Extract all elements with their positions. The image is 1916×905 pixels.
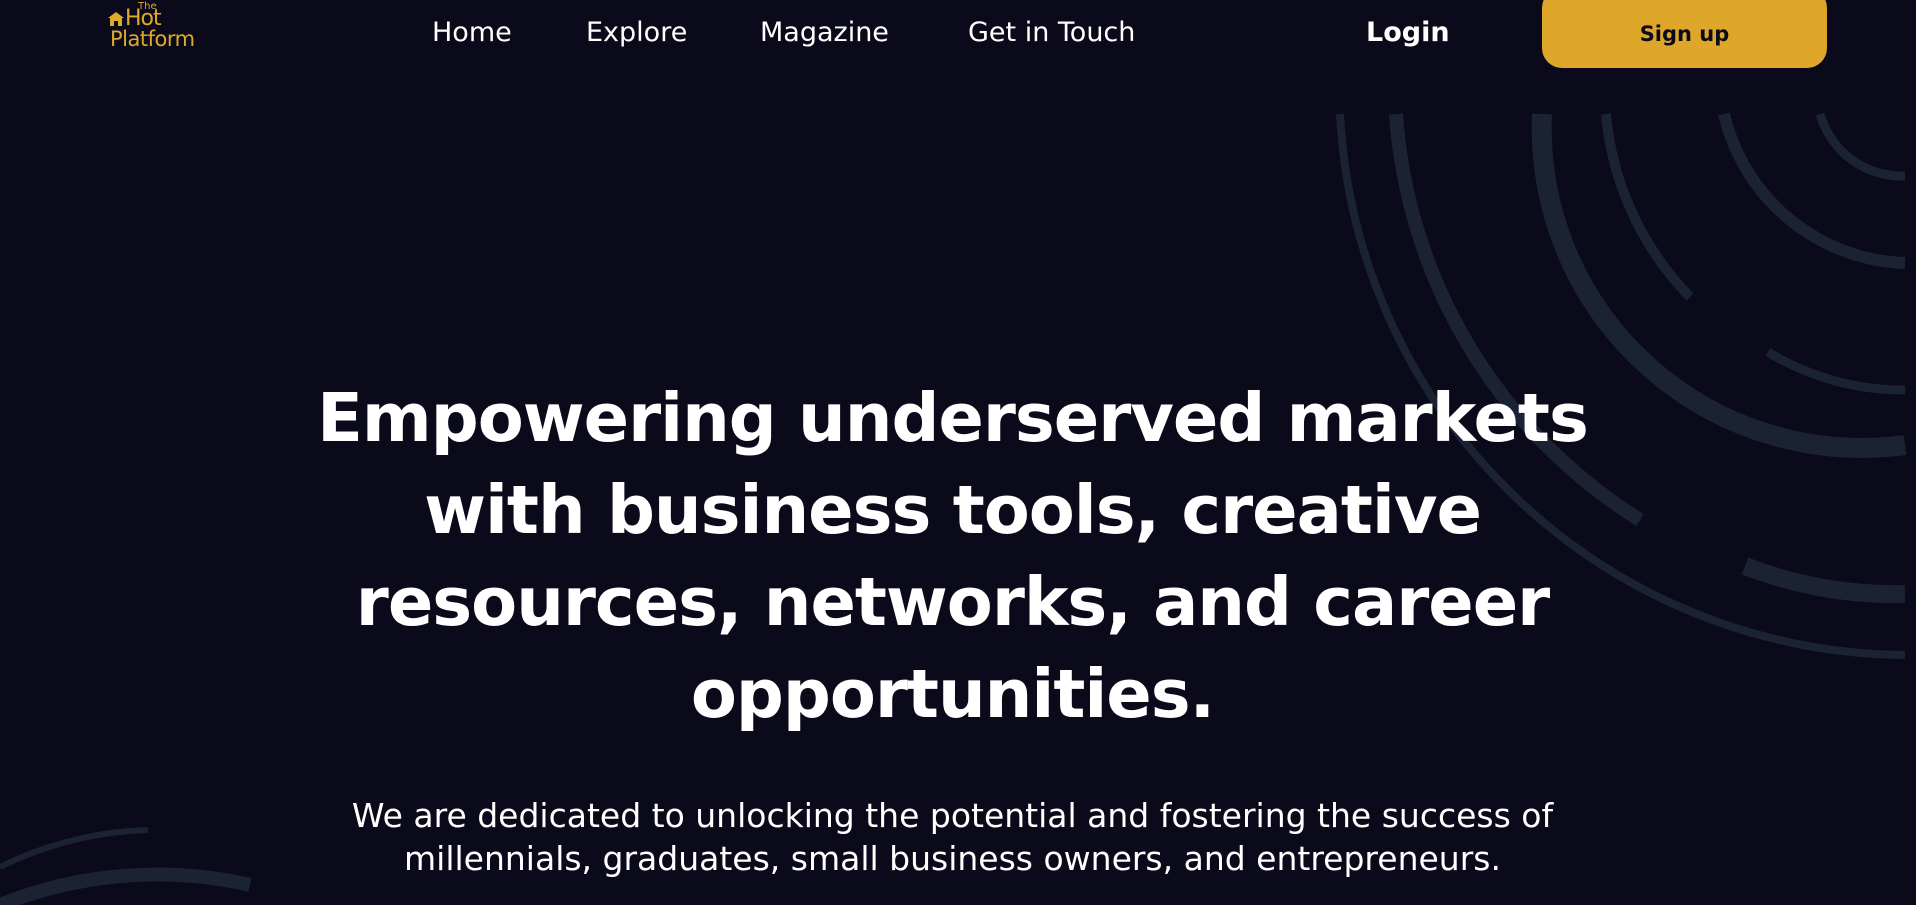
- landing-page: The Hot Platform Home Explore Magazine G…: [0, 0, 1916, 905]
- top-navigation: The Hot Platform Home Explore Magazine G…: [0, 0, 1916, 70]
- arc-2: [1718, 112, 1906, 269]
- arc-10: [0, 867, 252, 905]
- nav-link-magazine[interactable]: Magazine: [760, 14, 889, 52]
- nav-link-get-in-touch[interactable]: Get in Touch: [968, 14, 1135, 52]
- house-icon: [108, 12, 124, 26]
- arc-5: [1765, 348, 1906, 395]
- hero-title: Empowering underserved markets with busi…: [317, 379, 1589, 733]
- signup-button[interactable]: Sign up: [1542, 0, 1827, 68]
- arc-8: [1741, 557, 1906, 604]
- login-link[interactable]: Login: [1366, 14, 1450, 52]
- arc-3: [1601, 113, 1694, 301]
- arc-1: [1815, 112, 1906, 181]
- logo-sub-text: Platform: [110, 27, 195, 51]
- nav-link-home[interactable]: Home: [432, 14, 512, 52]
- nav-link-explore[interactable]: Explore: [586, 14, 687, 52]
- site-logo[interactable]: The Hot Platform: [108, 2, 208, 50]
- arc-9: [0, 827, 149, 870]
- hero-subtitle: We are dedicated to unlocking the potent…: [351, 796, 1554, 878]
